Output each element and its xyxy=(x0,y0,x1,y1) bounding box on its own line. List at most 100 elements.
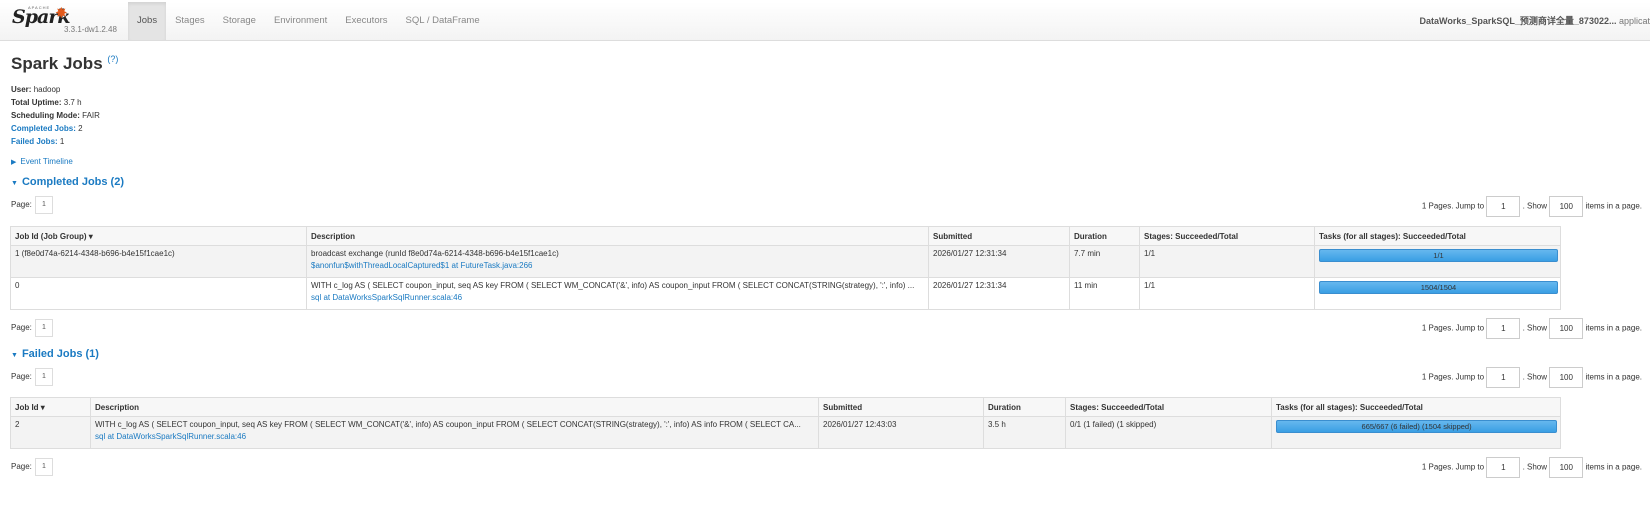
page-title-text: Spark Jobs xyxy=(11,54,103,73)
items-text: items in a page. xyxy=(1585,323,1642,333)
tasks-progress-label: 1504/1504 xyxy=(1420,283,1457,292)
tasks-progress-bar: 1/1 xyxy=(1319,249,1558,262)
page-button[interactable]: 1 xyxy=(34,319,53,337)
tasks-progress-bar: 1504/1504 xyxy=(1319,281,1558,294)
failed-jobs-label: Failed Jobs: xyxy=(11,137,58,146)
col-submitted[interactable]: Submitted xyxy=(818,397,984,417)
job-id: 0 xyxy=(10,277,307,310)
table-row: 0 WITH c_log AS ( SELECT coupon_input, s… xyxy=(10,277,1561,310)
job-duration: 3.5 h xyxy=(983,416,1066,449)
page-size-input[interactable]: 100 xyxy=(1549,457,1584,478)
show-text: . Show xyxy=(1522,323,1548,333)
col-job-id[interactable]: Job Id (Job Group) ▾ xyxy=(10,226,307,246)
jump-to-page-input[interactable]: 1 xyxy=(1486,457,1521,478)
job-id: 1 (f8e0d74a-6214-4348-b696-b4e15f1cae1c) xyxy=(10,245,307,278)
description-text: WITH c_log AS ( SELECT coupon_input, seq… xyxy=(95,420,801,429)
summary-completed-jobs: Completed Jobs: 2 xyxy=(11,122,100,135)
pagination-bottom: Page: 1 xyxy=(11,319,53,337)
stages-count: 0/1 (1 failed) (1 skipped) xyxy=(1065,416,1272,449)
top-navbar: APACHE Spark ✸ 3.3.1-dw1.2.48 Jobs Stage… xyxy=(0,2,1650,41)
job-id: 2 xyxy=(10,416,91,449)
application-name: DataWorks_SparkSQL_预测商详全量_873022... xyxy=(1419,16,1617,26)
description-text: broadcast exchange (runId f8e0d74a-6214-… xyxy=(311,249,559,258)
col-tasks[interactable]: Tasks (for all stages): Succeeded/Total xyxy=(1271,397,1561,417)
caret-right-icon: ▶ xyxy=(11,159,17,166)
scheduling-mode-value: FAIR xyxy=(82,111,100,120)
tab-stages[interactable]: Stages xyxy=(166,2,214,40)
col-submitted[interactable]: Submitted xyxy=(928,226,1070,246)
failed-jobs-link[interactable]: Failed Jobs: xyxy=(11,137,58,146)
col-description[interactable]: Description xyxy=(306,226,929,246)
tab-executors[interactable]: Executors xyxy=(336,2,396,40)
pages-text: 1 Pages. Jump to xyxy=(1421,201,1485,211)
page-label: Page: xyxy=(11,372,32,382)
application-title: DataWorks_SparkSQL_预测商详全量_873022... appl… xyxy=(1420,2,1650,40)
job-description: WITH c_log AS ( SELECT coupon_input, seq… xyxy=(306,277,929,310)
jump-to-page-input[interactable]: 1 xyxy=(1486,196,1521,217)
page-size-input[interactable]: 100 xyxy=(1549,367,1584,388)
page-size-input[interactable]: 100 xyxy=(1549,196,1584,217)
page-button[interactable]: 1 xyxy=(34,196,53,214)
jump-to-page-input[interactable]: 1 xyxy=(1486,367,1521,388)
tasks-progress-bar: 665/667 (6 failed) (1504 skipped) xyxy=(1276,420,1558,433)
application-suffix: applicat xyxy=(1616,16,1650,26)
completed-jobs-section-toggle[interactable]: ▼ Completed Jobs (2) xyxy=(11,176,124,188)
pages-text: 1 Pages. Jump to xyxy=(1421,323,1485,333)
job-detail-link[interactable]: sql at DataWorksSparkSqlRunner.scala:46 xyxy=(311,293,924,302)
table-row: 1 (f8e0d74a-6214-4348-b696-b4e15f1cae1c)… xyxy=(10,245,1561,278)
spark-star-icon: ✸ xyxy=(55,5,68,22)
jump-to-page-input[interactable]: 1 xyxy=(1486,318,1521,339)
tab-sql-dataframe[interactable]: SQL / DataFrame xyxy=(397,2,489,40)
tasks-progress-cell: 665/667 (6 failed) (1504 skipped) xyxy=(1271,416,1561,449)
event-timeline-toggle[interactable]: ▶ Event Timeline xyxy=(11,157,73,166)
page-button[interactable]: 1 xyxy=(34,458,53,476)
items-text: items in a page. xyxy=(1585,462,1642,472)
table-header-row: Job Id ▾ Description Submitted Duration … xyxy=(10,397,1561,417)
completed-jobs-count: 2 xyxy=(78,124,83,133)
pages-text: 1 Pages. Jump to xyxy=(1421,462,1485,472)
apache-label: APACHE xyxy=(28,5,51,10)
col-description[interactable]: Description xyxy=(90,397,819,417)
col-duration[interactable]: Duration xyxy=(983,397,1066,417)
job-detail-link[interactable]: sql at DataWorksSparkSqlRunner.scala:46 xyxy=(95,432,814,441)
uptime-label: Total Uptime: xyxy=(11,98,62,107)
page-jump-bar: 1 Pages. Jump to 1 . Show 100 items in a… xyxy=(1422,367,1642,388)
col-stages[interactable]: Stages: Succeeded/Total xyxy=(1139,226,1315,246)
col-stages[interactable]: Stages: Succeeded/Total xyxy=(1065,397,1272,417)
page-button[interactable]: 1 xyxy=(34,368,53,386)
show-text: . Show xyxy=(1522,462,1548,472)
page-jump-bar: 1 Pages. Jump to 1 . Show 100 items in a… xyxy=(1422,457,1642,478)
items-text: items in a page. xyxy=(1585,201,1642,211)
failed-jobs-section-toggle[interactable]: ▼ Failed Jobs (1) xyxy=(11,348,99,360)
completed-jobs-label: Completed Jobs: xyxy=(11,124,76,133)
col-tasks[interactable]: Tasks (for all stages): Succeeded/Total xyxy=(1314,226,1561,246)
tab-jobs[interactable]: Jobs xyxy=(128,2,167,40)
pagination-top: Page: 1 xyxy=(11,196,53,214)
page-label: Page: xyxy=(11,200,32,210)
failed-jobs-count: 1 xyxy=(59,137,65,146)
job-summary: User: hadoop Total Uptime: 3.7 h Schedul… xyxy=(11,83,100,148)
spark-version: 3.3.1-dw1.2.48 xyxy=(64,25,117,34)
page-label: Page: xyxy=(11,462,32,472)
col-job-id[interactable]: Job Id ▾ xyxy=(10,397,91,417)
spark-logo[interactable]: APACHE Spark ✸ 3.3.1-dw1.2.48 xyxy=(12,5,117,34)
pagination-bottom: Page: 1 xyxy=(11,458,53,476)
pagination-top: Page: 1 xyxy=(11,368,53,386)
submitted-time: 2026/01/27 12:31:34 xyxy=(928,277,1070,310)
tasks-progress-cell: 1/1 xyxy=(1314,245,1561,278)
tab-storage[interactable]: Storage xyxy=(214,2,265,40)
help-link[interactable]: (?) xyxy=(107,54,118,64)
completed-jobs-link[interactable]: Completed Jobs: xyxy=(11,124,76,133)
summary-scheduling-mode: Scheduling Mode: FAIR xyxy=(11,109,100,122)
table-row: 2 WITH c_log AS ( SELECT coupon_input, s… xyxy=(10,416,1561,449)
job-detail-link[interactable]: $anonfun$withThreadLocalCaptured$1 at Fu… xyxy=(311,261,924,270)
col-duration[interactable]: Duration xyxy=(1069,226,1140,246)
event-timeline-label: Event Timeline xyxy=(20,157,73,166)
nav-tabs: Jobs Stages Storage Environment Executor… xyxy=(128,2,489,40)
summary-uptime: Total Uptime: 3.7 h xyxy=(11,96,100,109)
completed-jobs-heading: Completed Jobs (2) xyxy=(21,176,125,188)
scheduling-mode-label: Scheduling Mode: xyxy=(11,111,80,120)
page-size-input[interactable]: 100 xyxy=(1549,318,1584,339)
tasks-progress-label: 665/667 (6 failed) (1504 skipped) xyxy=(1361,422,1472,431)
tab-environment[interactable]: Environment xyxy=(265,2,336,40)
